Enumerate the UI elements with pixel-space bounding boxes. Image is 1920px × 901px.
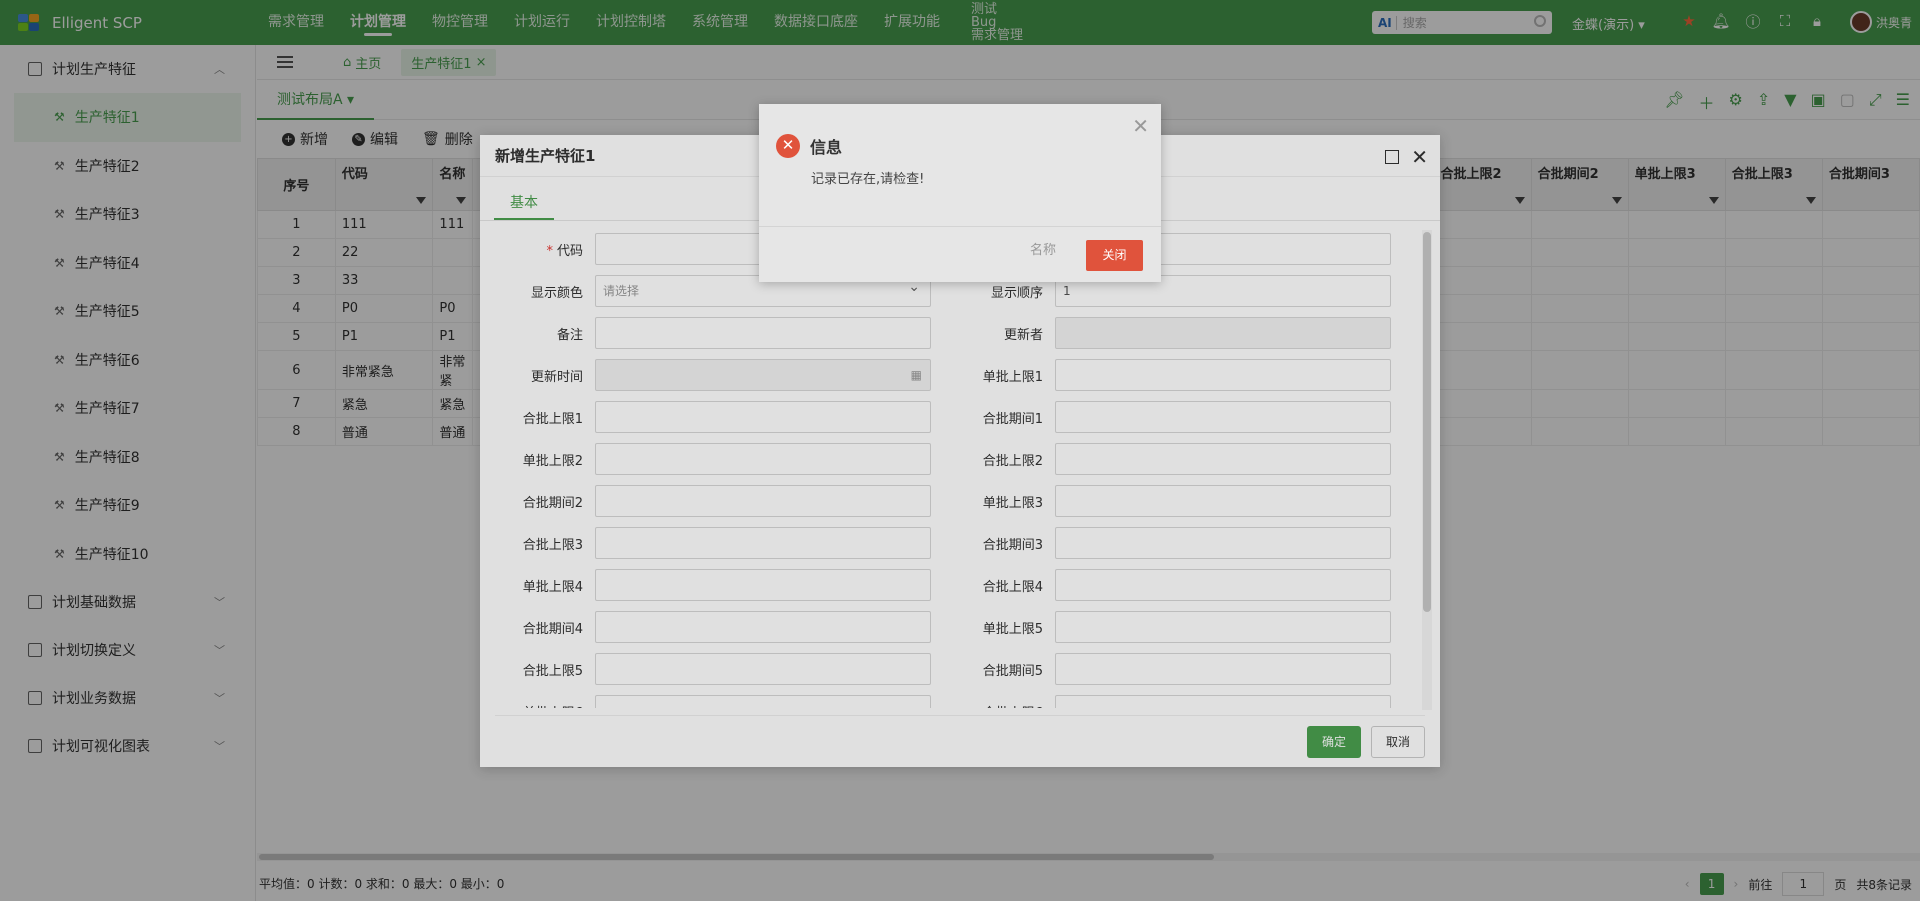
error-alert: ✕ ✕ 信息 记录已存在,请检查! 名称 关闭 xyxy=(759,104,1161,282)
alert-header: ✕ 信息 xyxy=(759,104,1161,158)
background-field-label: 名称 xyxy=(1030,243,1057,258)
alert-divider xyxy=(759,226,1161,227)
alert-close-button[interactable]: 关闭 xyxy=(1086,240,1143,271)
alert-message: 记录已存在,请检查! xyxy=(811,172,925,187)
close-icon[interactable]: ✕ xyxy=(1132,114,1149,138)
error-icon: ✕ xyxy=(776,134,800,158)
alert-title: 信息 xyxy=(810,138,843,157)
